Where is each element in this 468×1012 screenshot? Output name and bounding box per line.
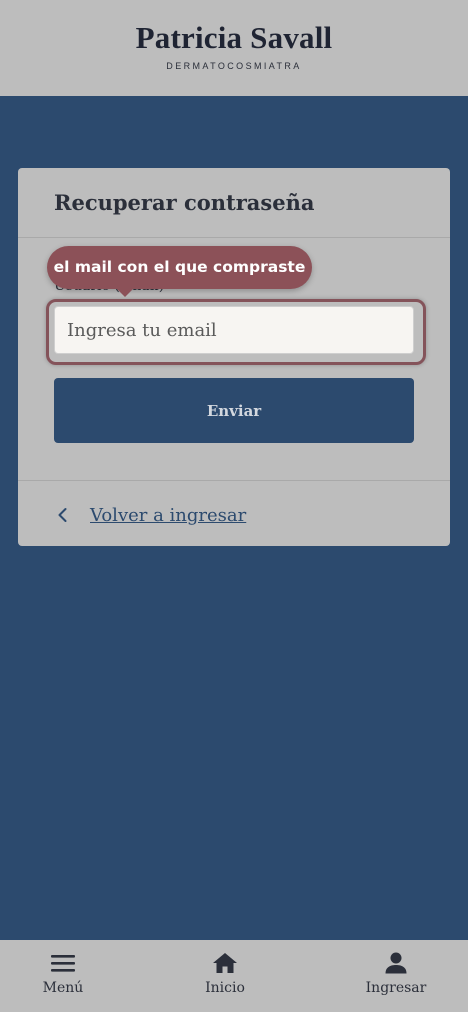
nav-label-menu: Menú <box>42 980 84 996</box>
app-header: Patricia Savall DERMATOCOSMIATRA <box>0 0 468 96</box>
bottom-navigation: Menú Inicio Ingresar <box>0 940 468 1012</box>
email-input[interactable] <box>54 306 414 354</box>
recover-password-card: Recuperar contraseña Usuario (email) el … <box>18 168 450 546</box>
send-button[interactable]: Enviar <box>54 378 414 443</box>
brand-subtitle: DERMATOCOSMIATRA <box>166 61 302 71</box>
email-field-focus-ring <box>46 299 426 365</box>
menu-icon <box>51 955 75 972</box>
chevron-left-icon <box>58 508 67 522</box>
email-hint-tooltip: el mail con el que compraste <box>47 246 312 297</box>
brand-logo-name[interactable]: Patricia Savall <box>0 20 468 56</box>
nav-label-login: Ingresar <box>365 980 427 996</box>
card-title: Recuperar contraseña <box>54 190 315 215</box>
user-icon <box>385 952 407 974</box>
nav-item-home[interactable]: Inicio <box>180 952 270 996</box>
back-to-login-link[interactable]: Volver a ingresar <box>54 500 246 530</box>
nav-item-menu[interactable]: Menú <box>18 952 108 996</box>
back-link-label: Volver a ingresar <box>90 504 247 526</box>
nav-label-home: Inicio <box>205 980 245 996</box>
nav-item-login[interactable]: Ingresar <box>351 952 441 996</box>
card-divider-bottom <box>18 480 450 481</box>
card-divider-top <box>18 237 450 238</box>
home-icon <box>213 953 237 973</box>
